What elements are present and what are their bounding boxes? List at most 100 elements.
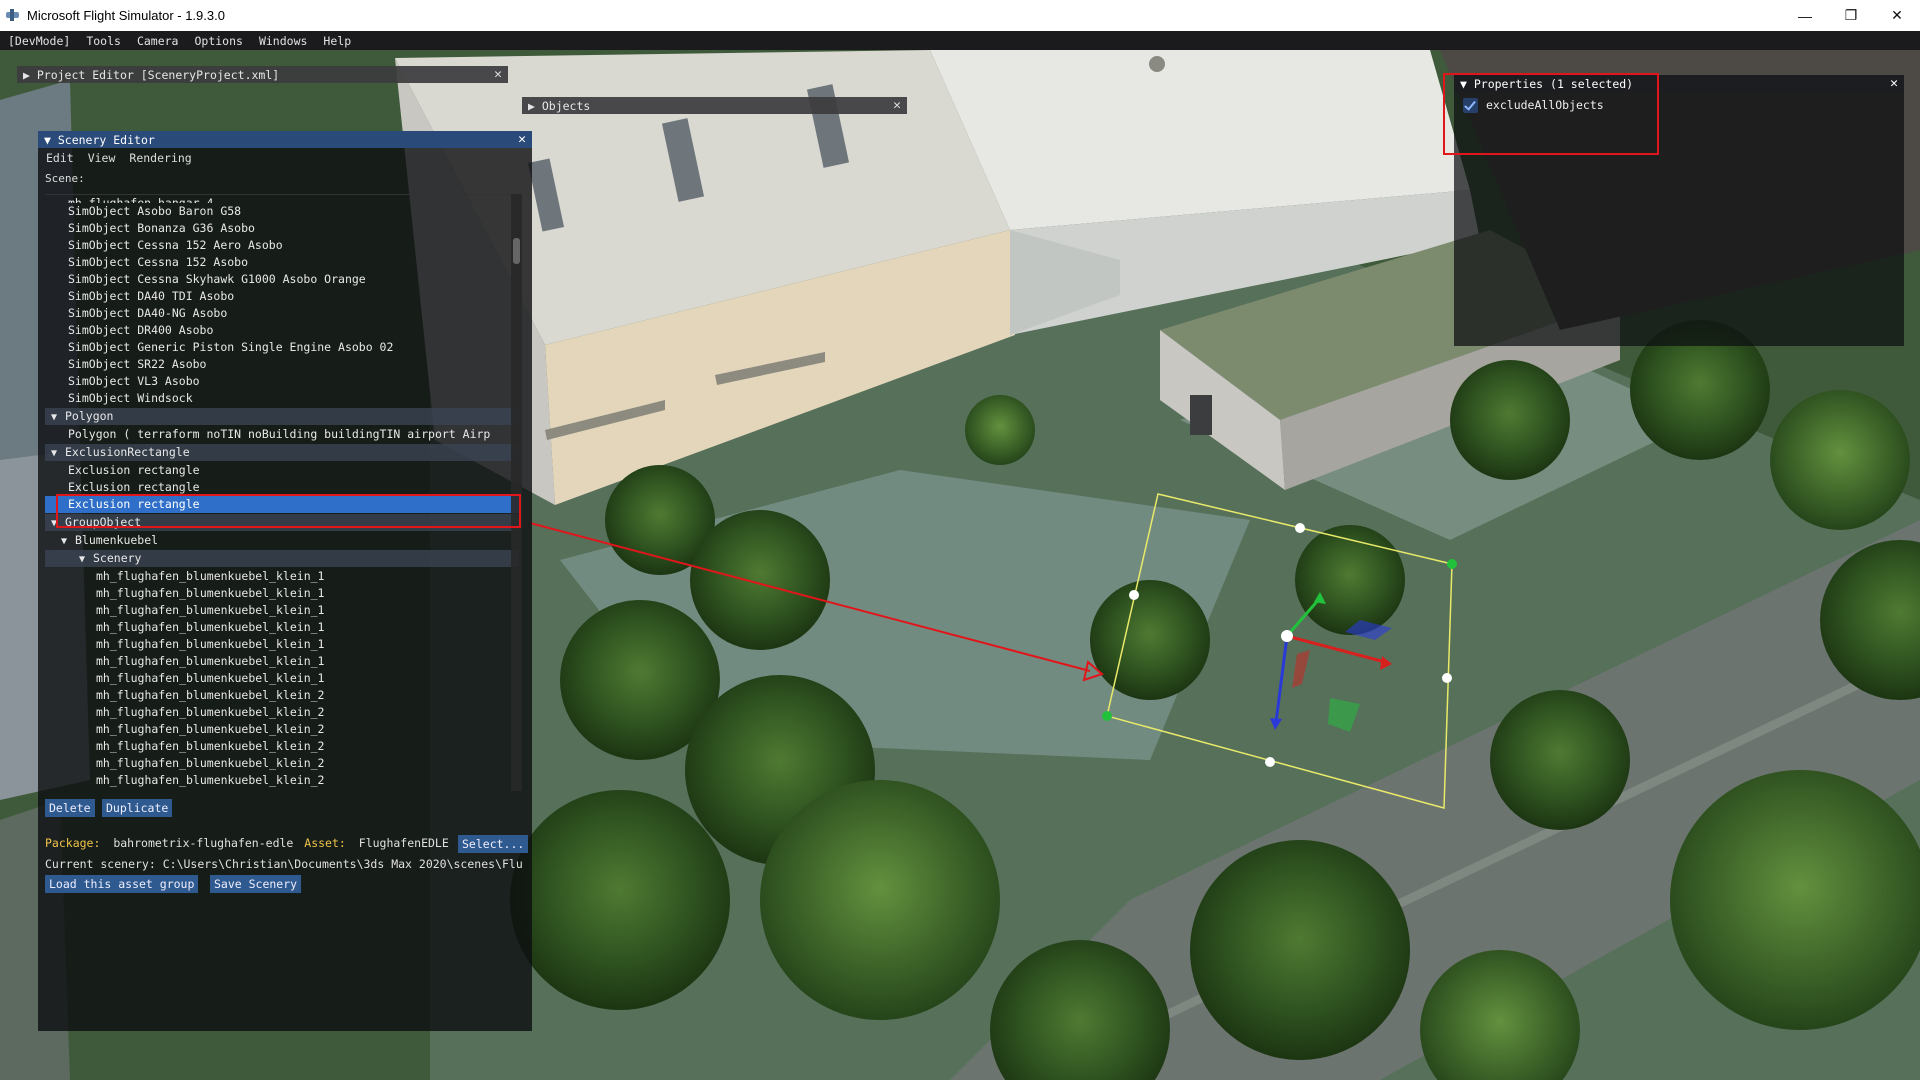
collapse-arrow-icon[interactable]: ▼: [51, 445, 65, 461]
menu-camera[interactable]: Camera: [129, 34, 187, 48]
tree-item[interactable]: Exclusion rectangle: [45, 479, 519, 496]
tree-item[interactable]: mh_flughafen_blumenkuebel_klein_1: [45, 602, 519, 619]
tree-item-label: Polygon ( terraform noTIN noBuilding bui…: [68, 427, 491, 441]
tree-item[interactable]: mh_flughafen_blumenkuebel_klein_2: [45, 755, 519, 772]
tree-item[interactable]: mh_flughafen_blumenkuebel_klein_2: [45, 721, 519, 738]
tree-item[interactable]: Exclusion rectangle: [45, 462, 519, 479]
tree-item[interactable]: SimObject Asobo Baron G58: [45, 203, 519, 220]
expand-arrow-icon[interactable]: ▶: [23, 68, 37, 82]
tree-scrollbar[interactable]: [511, 194, 522, 791]
project-editor-panel[interactable]: ▶ Project Editor [SceneryProject.xml] ✕: [17, 66, 508, 83]
tree-item-label: mh_flughafen_blumenkuebel_klein_1: [96, 637, 325, 651]
collapse-arrow-icon[interactable]: ▼: [79, 551, 93, 567]
menu-edit[interactable]: Edit: [46, 151, 74, 165]
current-scenery-line: Current scenery: C:\Users\Christian\Docu…: [45, 857, 525, 871]
tree-item[interactable]: mh_flughafen_blumenkuebel_klein_1: [45, 619, 519, 636]
tree-item[interactable]: mh_flughafen_blumenkuebel_klein_1: [45, 653, 519, 670]
tree-item[interactable]: mh_flughafen_blumenkuebel_klein_2: [45, 704, 519, 721]
scenery-editor-panel: ▼ Scenery Editor ✕ Edit View Rendering S…: [38, 131, 532, 1031]
tree-item-label: GroupObject: [65, 515, 142, 529]
menu-help[interactable]: Help: [315, 34, 359, 48]
tree-item[interactable]: mh_flughafen_blumenkuebel_klein_1: [45, 636, 519, 653]
asset-label: Asset:: [304, 836, 346, 850]
tree-item[interactable]: SimObject SR22 Asobo: [45, 356, 519, 373]
tree-group-header[interactable]: ▼ ExclusionRectangle: [45, 444, 519, 461]
tree-item-label: SimObject Cessna Skyhawk G1000 Asobo Ora…: [68, 272, 366, 286]
tree-item-label: SimObject DA40 TDI Asobo: [68, 289, 235, 303]
window-title: Microsoft Flight Simulator - 1.9.3.0: [27, 8, 225, 23]
close-icon[interactable]: ✕: [1890, 76, 1898, 91]
close-icon[interactable]: ✕: [494, 67, 502, 82]
menu-view[interactable]: View: [88, 151, 116, 165]
tree-item[interactable]: mh_flughafen_blumenkuebel_klein_2: [45, 738, 519, 755]
tree-item[interactable]: SimObject Bonanza G36 Asobo: [45, 220, 519, 237]
tree-item-label: mh_flughafen_blumenkuebel_klein_2: [96, 739, 325, 753]
tree-item[interactable]: SimObject Cessna 152 Aero Asobo: [45, 237, 519, 254]
tree-item[interactable]: mh_flughafen_blumenkuebel_klein_2: [45, 772, 519, 789]
tree-item-label: Exclusion rectangle: [68, 463, 200, 477]
restore-button[interactable]: ❐: [1828, 0, 1874, 31]
tree-group-header[interactable]: ▼ Polygon: [45, 408, 519, 425]
menu-tools[interactable]: Tools: [78, 34, 129, 48]
objects-panel[interactable]: ▶ Objects ✕: [522, 97, 907, 114]
menu-devmode[interactable]: [DevMode]: [0, 34, 78, 48]
properties-panel: ▼ Properties (1 selected) ✕ excludeAllOb…: [1454, 75, 1904, 346]
properties-title: Properties (1 selected): [1473, 76, 1634, 91]
collapse-arrow-icon[interactable]: ▼: [61, 533, 75, 549]
properties-title-bar[interactable]: ▼ Properties (1 selected) ✕: [1454, 75, 1904, 92]
tree-item-label: Scenery: [93, 551, 142, 565]
menu-rendering[interactable]: Rendering: [129, 151, 191, 165]
minimize-button[interactable]: —: [1782, 0, 1828, 31]
package-value: bahrometrix-flughafen-edle: [113, 836, 294, 850]
tree-item-label: mh_flughafen_blumenkuebel_klein_1: [96, 671, 325, 685]
tree-item-label: mh_flughafen_blumenkuebel_klein_1: [96, 603, 325, 617]
delete-button[interactable]: Delete: [45, 799, 95, 817]
app-icon: [5, 8, 21, 23]
collapse-arrow-icon[interactable]: ▼: [51, 515, 65, 531]
tree-item-label: mh_flughafen_hangar_4: [68, 196, 214, 203]
collapse-arrow-icon[interactable]: ▼: [1460, 77, 1474, 91]
close-window-button[interactable]: ✕: [1874, 0, 1920, 31]
package-label: Package:: [45, 836, 101, 850]
select-asset-button[interactable]: Select...: [458, 835, 529, 853]
tree-item[interactable]: SimObject DA40 TDI Asobo: [45, 288, 519, 305]
expand-arrow-icon[interactable]: ▶: [528, 99, 542, 113]
scrollbar-thumb[interactable]: [513, 238, 520, 264]
tree-item[interactable]: Exclusion rectangle: [45, 496, 519, 513]
tree-item-label: SimObject Generic Piston Single Engine A…: [68, 340, 394, 354]
menu-options[interactable]: Options: [186, 34, 250, 48]
tree-item-label: SimObject Windsock: [68, 391, 193, 405]
menu-windows[interactable]: Windows: [251, 34, 315, 48]
tree-item[interactable]: SimObject Cessna Skyhawk G1000 Asobo Ora…: [45, 271, 519, 288]
tree-subgroup[interactable]: ▼ Blumenkuebel: [45, 532, 519, 549]
close-icon[interactable]: ✕: [518, 132, 526, 147]
scenery-editor-menu: Edit View Rendering: [38, 148, 532, 167]
tree-item-label: SimObject Cessna 152 Aero Asobo: [68, 238, 283, 252]
load-asset-group-button[interactable]: Load this asset group: [45, 875, 199, 893]
tree-item[interactable]: SimObject DA40-NG Asobo: [45, 305, 519, 322]
tree-item[interactable]: SimObject DR400 Asobo: [45, 322, 519, 339]
scene-tree[interactable]: mh_flughafen_hangar_4 SimObject Asobo Bar…: [45, 194, 519, 791]
close-icon[interactable]: ✕: [893, 98, 901, 113]
save-scenery-button[interactable]: Save Scenery: [210, 875, 302, 893]
scenery-editor-title: Scenery Editor: [57, 132, 155, 147]
tree-item[interactable]: mh_flughafen_hangar_4: [45, 195, 519, 203]
tree-item[interactable]: SimObject Windsock: [45, 390, 519, 407]
collapse-arrow-icon[interactable]: ▼: [44, 133, 58, 147]
tree-item[interactable]: Polygon ( terraform noTIN noBuilding bui…: [45, 426, 519, 443]
tree-item[interactable]: SimObject Generic Piston Single Engine A…: [45, 339, 519, 356]
tree-item[interactable]: SimObject Cessna 152 Asobo: [45, 254, 519, 271]
tree-group-header[interactable]: ▼ GroupObject: [45, 514, 519, 531]
tree-item[interactable]: mh_flughafen_blumenkuebel_klein_1: [45, 568, 519, 585]
window-title-bar: Microsoft Flight Simulator - 1.9.3.0 — ❐…: [0, 0, 1920, 31]
duplicate-button[interactable]: Duplicate: [102, 799, 173, 817]
tree-group-header[interactable]: ▼ Scenery: [45, 550, 519, 567]
tree-item[interactable]: SimObject VL3 Asobo: [45, 373, 519, 390]
scenery-editor-title-bar[interactable]: ▼ Scenery Editor ✕: [38, 131, 532, 148]
exclude-all-objects-checkbox[interactable]: [1463, 97, 1478, 113]
tree-item[interactable]: mh_flughafen_blumenkuebel_klein_2: [45, 687, 519, 704]
tree-item-label: SimObject Bonanza G36 Asobo: [68, 221, 255, 235]
tree-item[interactable]: mh_flughafen_blumenkuebel_klein_1: [45, 670, 519, 687]
collapse-arrow-icon[interactable]: ▼: [51, 409, 65, 425]
tree-item[interactable]: mh_flughafen_blumenkuebel_klein_1: [45, 585, 519, 602]
